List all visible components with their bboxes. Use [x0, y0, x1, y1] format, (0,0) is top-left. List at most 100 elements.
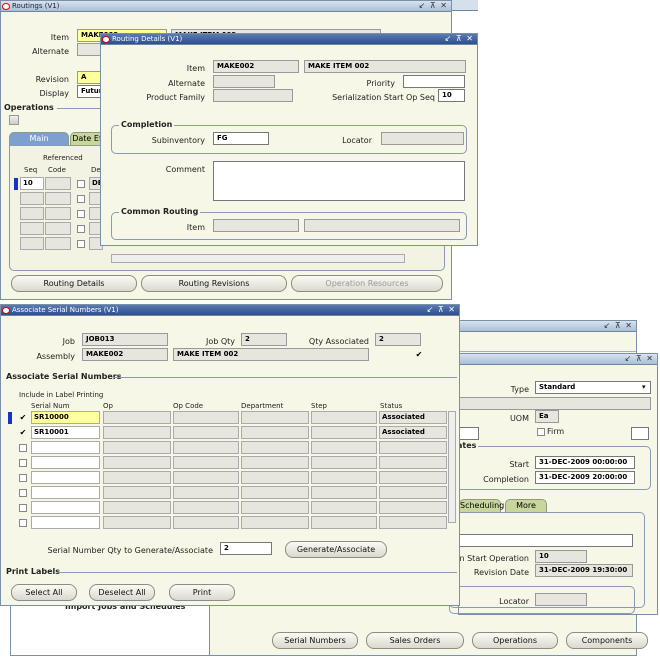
seq-cell[interactable] — [20, 237, 44, 250]
select-all-button[interactable]: Select All — [11, 584, 77, 601]
department-cell[interactable] — [241, 426, 309, 439]
step-cell[interactable] — [311, 486, 377, 499]
firm-checkbox[interactable] — [537, 428, 545, 436]
step-cell[interactable] — [311, 471, 377, 484]
op-code-cell[interactable] — [173, 426, 239, 439]
window-controls-icon[interactable]: ↙ ⊼ ✕ — [427, 305, 456, 314]
status-cell[interactable] — [379, 516, 447, 529]
code-cell[interactable] — [45, 177, 71, 190]
op-cell[interactable] — [103, 516, 171, 529]
include-checkbox[interactable] — [19, 474, 27, 482]
serial-num-cell[interactable] — [31, 486, 100, 499]
firm-field[interactable] — [631, 427, 649, 440]
chevron-down-icon[interactable]: ▾ — [642, 383, 646, 391]
status-cell[interactable] — [379, 501, 447, 514]
step-cell[interactable] — [311, 516, 377, 529]
completion-field[interactable]: 31-DEC-2009 20:00:00 — [535, 471, 635, 484]
generate-associate-button[interactable]: Generate/Associate — [285, 541, 387, 558]
routing-details-titlebar[interactable]: Routing Details (V1) ↙ ⊼ ✕ — [101, 34, 477, 45]
referenced-checkbox[interactable] — [77, 225, 85, 233]
seq-cell[interactable] — [20, 192, 44, 205]
serial-num-cell[interactable]: SR10001 — [31, 426, 100, 439]
department-cell[interactable] — [241, 441, 309, 454]
generate-qty-field[interactable]: 2 — [220, 542, 272, 555]
start-field[interactable]: 31-DEC-2009 00:00:00 — [535, 456, 635, 469]
operations-button[interactable]: Operations — [472, 632, 558, 649]
op-code-cell[interactable] — [173, 456, 239, 469]
serial-num-cell[interactable] — [31, 456, 100, 469]
include-checkbox[interactable] — [19, 459, 27, 467]
department-cell[interactable] — [241, 471, 309, 484]
folder-icon[interactable] — [9, 115, 19, 125]
department-cell[interactable] — [241, 486, 309, 499]
op-code-cell[interactable] — [173, 471, 239, 484]
tab-main[interactable]: Main — [9, 132, 69, 145]
deselect-all-button[interactable]: Deselect All — [89, 584, 155, 601]
print-button[interactable]: Print — [169, 584, 235, 601]
include-checkbox[interactable] — [19, 444, 27, 452]
step-cell[interactable] — [311, 441, 377, 454]
referenced-checkbox[interactable] — [77, 240, 85, 248]
op-cell[interactable] — [103, 501, 171, 514]
status-cell[interactable] — [379, 486, 447, 499]
window-controls-icon[interactable]: ↙ ⊼ ✕ — [625, 354, 654, 363]
include-checkbox[interactable] — [19, 519, 27, 527]
detail-titlebar[interactable]: ↙ ⊼ ✕ — [459, 354, 657, 365]
op-code-cell[interactable] — [173, 516, 239, 529]
vertical-scrollbar[interactable] — [448, 411, 456, 523]
horizontal-scrollbar[interactable] — [111, 254, 405, 263]
subinventory-field[interactable]: FG — [213, 132, 269, 145]
seq-cell[interactable] — [20, 222, 44, 235]
routing-revisions-button[interactable]: Routing Revisions — [141, 275, 287, 292]
serial-numbers-button[interactable]: Serial Numbers — [272, 632, 358, 649]
include-checkbox[interactable]: ✔ — [19, 414, 27, 422]
step-cell[interactable] — [311, 411, 377, 424]
department-cell[interactable] — [241, 411, 309, 424]
serial-num-cell[interactable]: SR10000 — [31, 411, 100, 424]
tab-more[interactable]: More — [505, 499, 547, 512]
operation-resources-button[interactable]: Operation Resources — [291, 275, 443, 292]
op-cell[interactable] — [103, 411, 171, 424]
window-controls-icon[interactable]: ↙ ⊼ ✕ — [445, 34, 474, 43]
op-cell[interactable] — [103, 441, 171, 454]
department-cell[interactable] — [241, 501, 309, 514]
sales-orders-button[interactable]: Sales Orders — [366, 632, 464, 649]
serialization-field[interactable]: 10 — [438, 89, 465, 102]
priority-field[interactable] — [403, 75, 465, 88]
status-cell[interactable] — [379, 441, 447, 454]
step-cell[interactable] — [311, 501, 377, 514]
op-cell[interactable] — [103, 426, 171, 439]
seq-cell[interactable] — [20, 207, 44, 220]
hidden-field[interactable] — [459, 427, 479, 440]
type-field[interactable]: Standard — [535, 381, 651, 394]
op-code-cell[interactable] — [173, 441, 239, 454]
referenced-checkbox[interactable] — [77, 195, 85, 203]
include-checkbox[interactable] — [19, 504, 27, 512]
routings-titlebar[interactable]: Routings (V1) ↙ ⊼ ✕ — [1, 1, 451, 12]
tab-date-effectivity[interactable]: Date Ef — [70, 132, 104, 145]
associate-titlebar[interactable]: Associate Serial Numbers (V1) ↙ ⊼ ✕ — [1, 305, 459, 316]
window-controls-icon[interactable]: ↙ ⊼ ✕ — [604, 321, 633, 330]
code-cell[interactable] — [45, 237, 71, 250]
status-cell[interactable] — [379, 456, 447, 469]
op-code-cell[interactable] — [173, 411, 239, 424]
op-cell[interactable] — [103, 456, 171, 469]
scheduling-field[interactable] — [459, 534, 633, 547]
tab-scheduling[interactable]: Scheduling — [459, 499, 504, 512]
department-cell[interactable] — [241, 516, 309, 529]
status-cell[interactable] — [379, 471, 447, 484]
code-cell[interactable] — [45, 192, 71, 205]
assembly-checkbox[interactable]: ✔ — [415, 351, 423, 359]
step-cell[interactable] — [311, 426, 377, 439]
step-cell[interactable] — [311, 456, 377, 469]
op-code-cell[interactable] — [173, 486, 239, 499]
include-checkbox[interactable] — [19, 489, 27, 497]
routing-details-button[interactable]: Routing Details — [11, 275, 137, 292]
window-controls-icon[interactable]: ↙ ⊼ ✕ — [419, 1, 448, 10]
op-code-cell[interactable] — [173, 501, 239, 514]
department-cell[interactable] — [241, 456, 309, 469]
op-cell[interactable] — [103, 471, 171, 484]
serial-num-cell[interactable] — [31, 516, 100, 529]
referenced-checkbox[interactable] — [77, 210, 85, 218]
referenced-checkbox[interactable] — [77, 180, 85, 188]
